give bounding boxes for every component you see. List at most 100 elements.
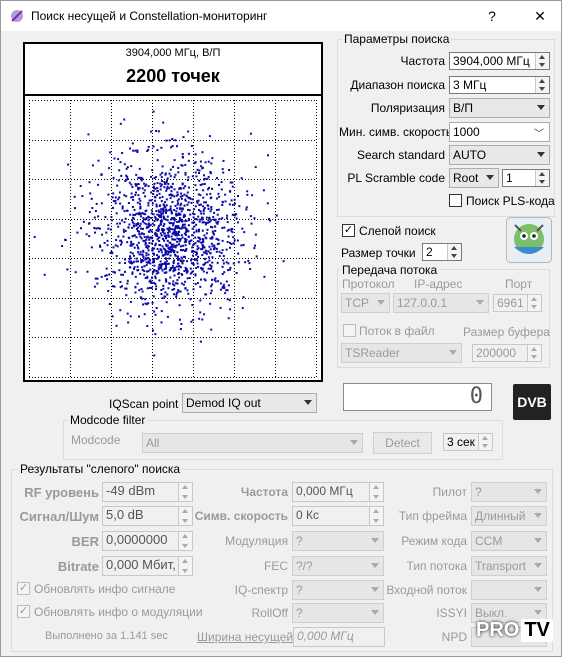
pilot-select[interactable]: ? bbox=[471, 482, 547, 502]
constellation-point bbox=[183, 204, 186, 207]
modcode-label: Modcode bbox=[71, 433, 121, 447]
constellation-point bbox=[139, 222, 142, 225]
freq-spinner[interactable] bbox=[535, 53, 549, 69]
constellation-point bbox=[191, 234, 194, 237]
bandwidth-link[interactable]: Ширина несущей bbox=[197, 630, 293, 644]
constellation-point bbox=[169, 175, 172, 178]
pol-select[interactable]: В/П bbox=[449, 98, 550, 118]
constellation-point bbox=[160, 265, 163, 268]
constellation-point bbox=[241, 307, 244, 310]
pls-search-checkbox[interactable] bbox=[449, 194, 462, 207]
tofile-checkbox[interactable] bbox=[343, 324, 356, 337]
constellation-point bbox=[147, 202, 150, 205]
freq-input[interactable]: 3904,000 МГц bbox=[449, 52, 550, 70]
timeout-input[interactable]: 3 сек bbox=[443, 433, 493, 451]
constellation-point bbox=[137, 251, 139, 254]
range-input[interactable]: 3 МГц bbox=[449, 76, 550, 94]
port-spinner[interactable] bbox=[527, 295, 541, 311]
constellation-point bbox=[153, 233, 156, 236]
constellation-point bbox=[140, 227, 142, 230]
constellation-point bbox=[181, 155, 184, 158]
sr-field: 0 Кс bbox=[292, 506, 384, 526]
constellation-point bbox=[162, 210, 165, 213]
constellation-point bbox=[169, 266, 172, 269]
upd-signal-checkbox[interactable]: ✓ bbox=[17, 582, 30, 595]
constellation-point bbox=[187, 201, 190, 204]
constellation-point bbox=[100, 275, 103, 278]
constellation-point bbox=[168, 221, 171, 224]
port-input[interactable]: 6961 bbox=[493, 294, 542, 312]
constellation-point bbox=[192, 216, 195, 219]
constellation-point bbox=[201, 151, 204, 154]
satellite-logo-icon bbox=[506, 217, 552, 263]
range-value: 3 МГц bbox=[453, 78, 487, 92]
constellation-point bbox=[165, 280, 168, 283]
fec-select[interactable]: ?/? bbox=[292, 556, 384, 576]
pls-mode-select[interactable]: Root bbox=[449, 168, 499, 188]
constellation-point bbox=[165, 266, 168, 269]
constellation-point bbox=[122, 228, 125, 231]
constellation-point bbox=[64, 238, 67, 241]
constellation-point bbox=[99, 245, 102, 248]
upd-mod-checkbox[interactable]: ✓ bbox=[17, 605, 30, 618]
help-button[interactable]: ? bbox=[479, 5, 505, 27]
proto-select[interactable]: TCP bbox=[341, 293, 390, 313]
constellation-point bbox=[204, 236, 207, 239]
constellation-point bbox=[248, 262, 251, 265]
constellation-point bbox=[202, 212, 205, 215]
pls-spinner[interactable] bbox=[535, 170, 549, 186]
input-select[interactable] bbox=[471, 580, 547, 600]
constellation-point bbox=[220, 188, 223, 191]
constellation-point bbox=[188, 242, 191, 245]
constellation-point bbox=[189, 213, 192, 216]
constellation-point bbox=[196, 245, 199, 248]
constellation-point bbox=[219, 288, 222, 291]
rolloff-select[interactable]: ? bbox=[292, 603, 384, 623]
constellation-point bbox=[107, 224, 110, 227]
iq-select[interactable]: ? bbox=[292, 580, 384, 600]
buffer-spinner[interactable] bbox=[527, 345, 541, 361]
range-spinner[interactable] bbox=[535, 77, 549, 93]
constellation-point bbox=[228, 169, 231, 171]
npd-label: NPD bbox=[441, 630, 467, 644]
chevron-down-icon bbox=[537, 105, 545, 110]
iqscan-select[interactable]: Demod IQ out bbox=[182, 393, 317, 413]
constellation-point bbox=[107, 290, 110, 292]
streamtype-select[interactable]: Transport bbox=[471, 556, 547, 576]
pls-code-input[interactable]: 1 bbox=[502, 169, 550, 187]
iq-value: ? bbox=[296, 583, 303, 597]
blind-search-checkbox[interactable]: ✓ bbox=[342, 224, 355, 237]
dotsize-spinner[interactable] bbox=[447, 244, 461, 260]
minsr-combo[interactable]: 1000 ﹀ bbox=[449, 122, 550, 142]
ip-select[interactable]: 127.0.0.1 bbox=[393, 293, 489, 313]
detect-button[interactable]: Detect bbox=[373, 432, 432, 454]
frame-select[interactable]: Длинный bbox=[471, 506, 547, 526]
constellation-point bbox=[186, 289, 189, 292]
constellation-point bbox=[229, 189, 232, 192]
reader-select[interactable]: TSReader bbox=[341, 343, 462, 363]
res-freq-value: 0,000 МГц bbox=[296, 484, 353, 498]
timeout-spinner[interactable] bbox=[478, 434, 492, 450]
constellation-point bbox=[201, 238, 204, 240]
constellation-point bbox=[119, 122, 122, 125]
constellation-point bbox=[125, 167, 128, 170]
mod-select[interactable]: ? bbox=[292, 531, 384, 551]
constellation-point bbox=[93, 216, 96, 219]
codemode-select[interactable]: CCM bbox=[471, 531, 547, 551]
constellation-point bbox=[275, 214, 278, 217]
constellation-point bbox=[171, 228, 174, 231]
constellation-point bbox=[175, 213, 177, 216]
dotsize-input[interactable]: 2 bbox=[422, 243, 462, 261]
constellation-point bbox=[209, 172, 212, 175]
constellation-point bbox=[137, 194, 140, 197]
constellation-point bbox=[156, 213, 159, 216]
constellation-point bbox=[162, 254, 164, 257]
constellation-point bbox=[180, 187, 183, 190]
constellation-point bbox=[163, 295, 166, 298]
modcode-select[interactable]: All bbox=[142, 433, 363, 453]
buffer-input[interactable]: 200000 bbox=[472, 344, 542, 362]
std-select[interactable]: AUTO bbox=[449, 145, 550, 165]
constellation-point bbox=[131, 272, 134, 275]
close-button[interactable]: ✕ bbox=[527, 5, 553, 27]
constellation-point bbox=[160, 310, 163, 313]
